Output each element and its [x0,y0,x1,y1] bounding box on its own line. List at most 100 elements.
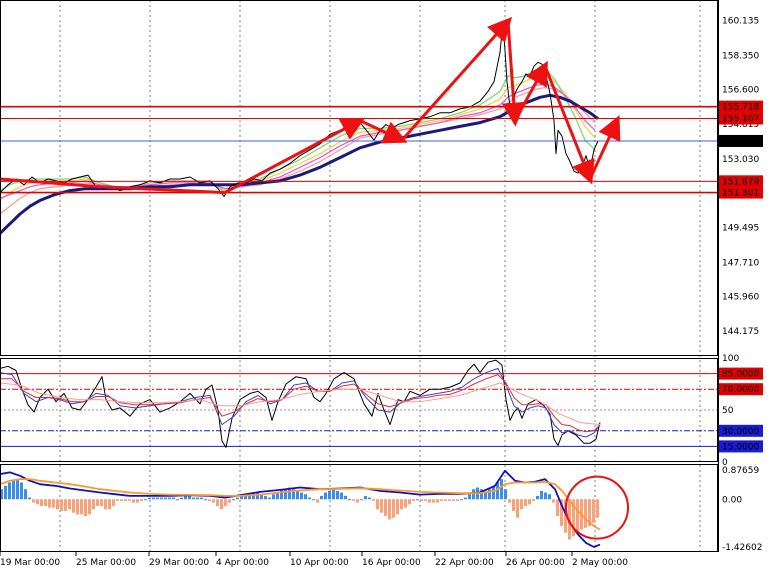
time-tick-label: 16 Apr 00:00 [362,558,421,568]
time-tick-label: 22 Apr 00:00 [435,558,494,568]
macd-histogram-bar [8,482,11,500]
macd-histogram-bar [352,499,355,501]
macd-histogram-bar [144,499,147,501]
macd-histogram-bar [200,497,203,500]
price-tick-label: 156.600 [722,85,759,95]
macd-histogram-bar [132,499,135,503]
macd-histogram-bar [360,499,363,501]
macd-histogram-bar [192,497,195,500]
macd-histogram-bar [416,499,419,501]
macd-histogram-bar [44,499,47,506]
macd-histogram-bar [432,499,435,503]
macd-histogram-bar [176,499,179,501]
macd-histogram-bar [88,499,91,515]
macd-histogram-bar [68,499,71,510]
macd-histogram-bar [368,497,371,500]
macd-histogram-bar [204,499,207,501]
macd-histogram-bar [60,499,63,512]
macd-histogram-bar [452,499,455,501]
macd-histogram-bar [504,489,507,500]
chart-background [0,0,770,570]
macd-histogram-bar [128,499,131,501]
macd-histogram-bar [552,499,555,503]
macd-histogram-bar [448,499,451,501]
macd-histogram-bar [264,495,267,500]
macd-histogram-bar [516,499,519,518]
oscillator-level-tag: 70.0000 [722,385,759,395]
macd-histogram-bar [420,499,423,501]
time-tick-label: 25 Mar 00:00 [76,558,136,568]
macd-histogram-bar [32,499,35,503]
macd-histogram-bar [256,492,259,500]
macd-tick-label: 0.87659 [722,466,759,476]
macd-histogram-bar [4,485,7,500]
macd-histogram-bar [160,497,163,500]
macd-histogram-bar [312,499,315,501]
macd-histogram-bar [52,499,55,508]
macd-histogram-bar [236,497,239,500]
macd-histogram-bar [112,499,115,506]
macd-histogram-bar [108,499,111,510]
macd-histogram-bar [232,499,235,501]
macd-histogram-bar [284,489,287,500]
macd-histogram-bar [332,489,335,500]
macd-histogram-bar [48,499,51,508]
macd-histogram-bar [484,492,487,500]
macd-histogram-bar [400,499,403,510]
macd-histogram-bar [412,499,415,501]
oscillator-level-tag: 85.0000 [722,370,759,380]
time-tick-label: 26 Apr 00:00 [506,558,565,568]
current-price-tag: 153.953 [722,137,759,147]
macd-histogram-bar [556,499,559,517]
macd-histogram-bar [392,499,395,518]
macd-tick-label: 0.00 [722,495,742,505]
macd-histogram-bar [216,499,219,506]
macd-histogram-bar [228,499,231,503]
macd-histogram-bar [92,499,95,510]
macd-histogram-bar [576,499,579,533]
macd-histogram-bar [336,490,339,500]
level-price-tag: 151.879 [722,177,759,187]
macd-histogram-bar [376,499,379,510]
macd-histogram-bar [544,492,547,500]
macd-histogram-bar [428,499,431,503]
macd-histogram-bar [536,495,539,500]
oscillator-tick-label: 100 [722,354,739,364]
macd-histogram-bar [56,499,59,510]
macd-histogram-bar [152,497,155,500]
macd-histogram-bar [424,499,427,501]
macd-histogram-bar [76,499,79,515]
price-tick-label: 149.495 [722,224,759,234]
time-tick-label: 19 Mar 00:00 [0,558,60,568]
macd-histogram-bar [20,482,23,500]
price-tick-label: 158.350 [722,51,759,61]
macd-histogram-bar [344,495,347,500]
macd-tick-label: -1.42602 [722,543,762,553]
macd-histogram-bar [196,497,199,500]
macd-histogram-bar [96,499,99,506]
level-price-tag: 155.718 [722,103,759,113]
macd-histogram-bar [468,494,471,500]
macd-histogram-bar [408,499,411,505]
oscillator-level-tag: 15.0000 [722,442,759,452]
macd-histogram-bar [396,499,399,515]
macd-histogram-bar [16,479,19,500]
macd-histogram-bar [148,497,151,500]
macd-histogram-bar [584,499,587,528]
macd-histogram-bar [84,499,87,517]
macd-histogram-bar [380,499,383,513]
macd-histogram-bar [364,495,367,500]
macd-histogram-bar [304,494,307,500]
macd-histogram-bar [72,499,75,513]
macd-histogram-bar [80,499,83,515]
time-tick-label: 10 Apr 00:00 [290,558,349,568]
macd-histogram-bar [464,497,467,500]
macd-histogram-bar [436,499,439,503]
macd-histogram-bar [164,497,167,500]
macd-histogram-bar [120,499,123,501]
time-tick-label: 29 Mar 00:00 [149,558,209,568]
macd-histogram-bar [224,499,227,506]
macd-histogram-bar [104,499,107,510]
macd-histogram-bar [328,490,331,500]
macd-histogram-bar [320,495,323,500]
